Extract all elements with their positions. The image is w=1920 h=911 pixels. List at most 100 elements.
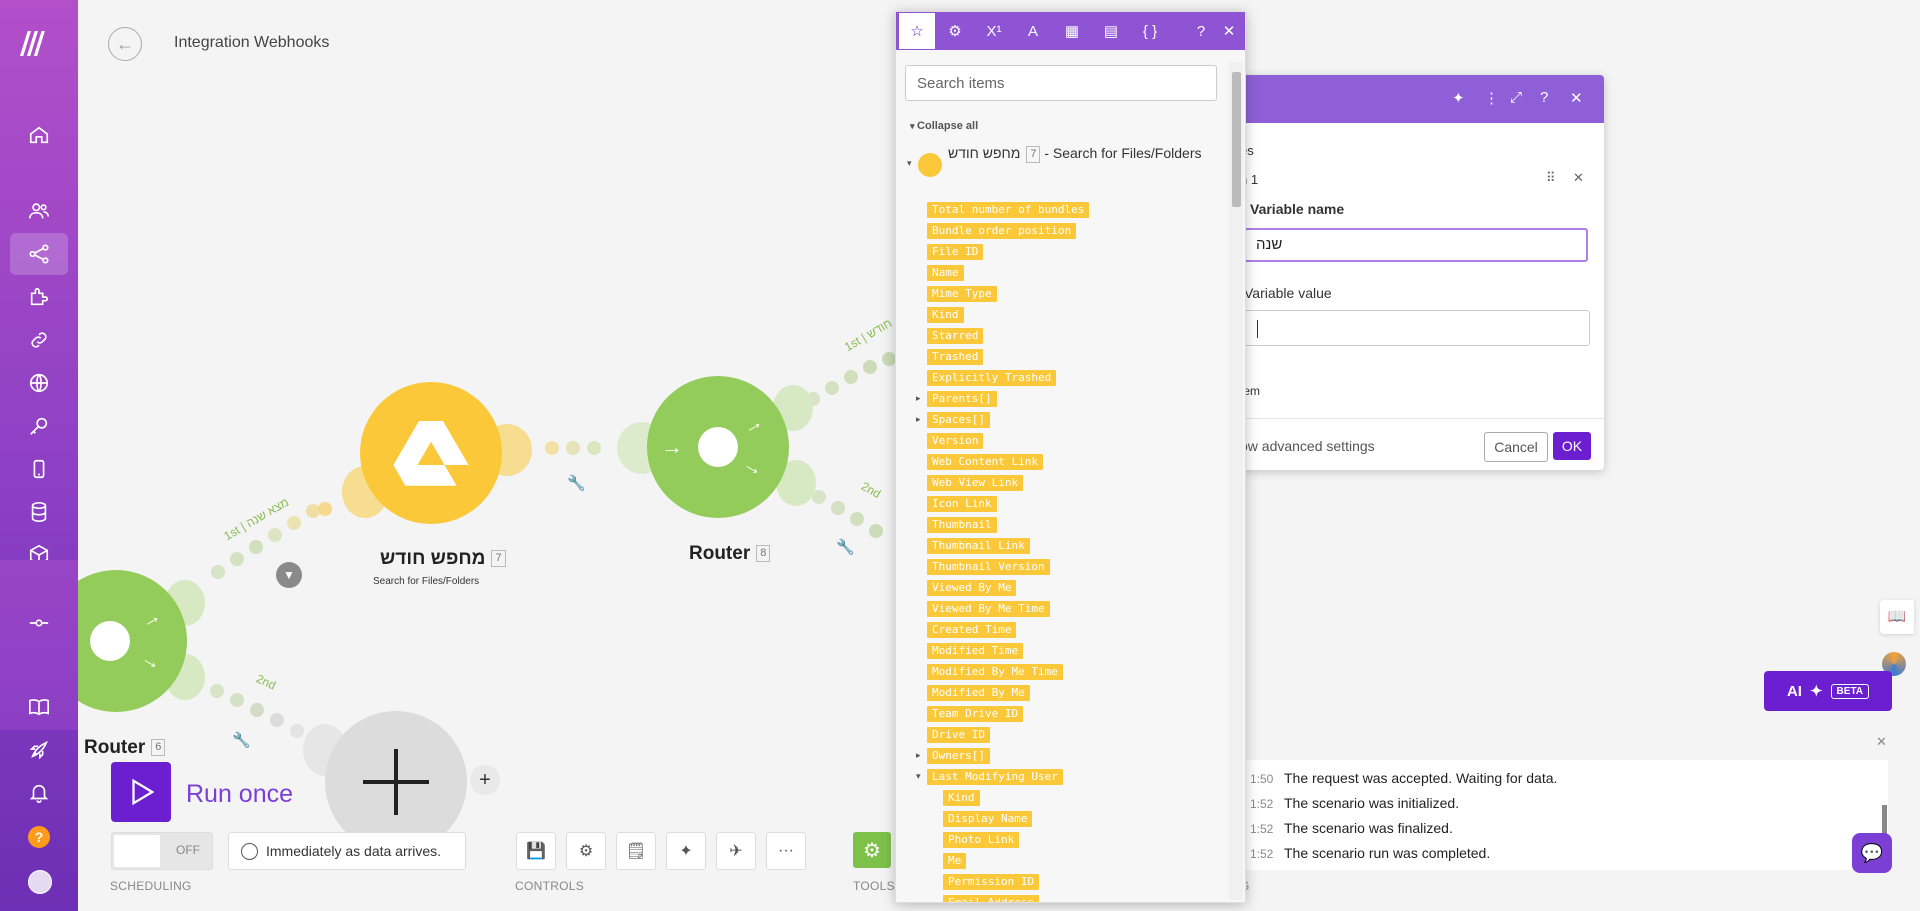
mapping-item[interactable]: Created Time bbox=[927, 622, 1017, 638]
tab-favorites-star-icon[interactable]: ☆ bbox=[898, 12, 936, 50]
scheduling-toggle[interactable]: OFF bbox=[111, 832, 213, 870]
close-icon[interactable]: ✕ bbox=[1210, 12, 1245, 50]
chat-support-icon[interactable]: 💬 bbox=[1852, 833, 1892, 873]
expand-icon[interactable]: ⤢ bbox=[1510, 89, 1522, 106]
mapping-subitem[interactable]: Display Name bbox=[943, 811, 1033, 827]
close-icon[interactable]: ✕ bbox=[1570, 89, 1583, 107]
mapping-item[interactable]: Viewed By Me bbox=[927, 580, 1017, 596]
mapping-item[interactable]: Version bbox=[927, 433, 984, 449]
mapping-subitem[interactable]: Email Address bbox=[943, 895, 1040, 902]
mapping-item[interactable]: Spaces[] bbox=[927, 412, 990, 428]
variable-value-input[interactable] bbox=[1244, 310, 1590, 346]
mapping-item[interactable]: Mime Type bbox=[927, 286, 997, 302]
scenarios-icon[interactable] bbox=[10, 233, 68, 275]
ai-sparkle-icon[interactable]: ✦ bbox=[1452, 89, 1465, 107]
rocket-icon[interactable] bbox=[10, 729, 68, 771]
add-icon[interactable]: + bbox=[470, 765, 500, 795]
bell-icon[interactable] bbox=[10, 772, 68, 814]
variable-name-input[interactable]: שנה bbox=[1244, 228, 1588, 262]
team-icon[interactable] bbox=[10, 190, 68, 232]
save-icon[interactable]: 💾 bbox=[516, 832, 556, 870]
link-icon[interactable] bbox=[10, 319, 68, 361]
mapping-item[interactable]: Web Content Link bbox=[927, 454, 1043, 470]
wrench-icon[interactable]: 🔧 bbox=[836, 538, 855, 556]
tab-math-icon[interactable]: X¹ bbox=[975, 12, 1013, 50]
key-icon[interactable] bbox=[10, 405, 68, 447]
google-drive-module[interactable] bbox=[360, 382, 502, 524]
mapping-item[interactable]: Modified By Me Time bbox=[927, 664, 1063, 680]
help-icon[interactable]: ? bbox=[28, 826, 50, 848]
wrench-icon[interactable]: 🔧 bbox=[567, 474, 586, 492]
mapping-item[interactable]: Starred bbox=[927, 328, 984, 344]
ok-button[interactable]: OK bbox=[1553, 432, 1591, 460]
remove-item-icon[interactable]: ✕ bbox=[1573, 170, 1584, 186]
collapse-all-button[interactable]: ▾ Collapse all bbox=[910, 120, 978, 132]
note-icon[interactable]: 🗒 bbox=[616, 832, 656, 870]
search-items-input[interactable]: Search items bbox=[905, 65, 1217, 101]
mapping-item[interactable]: Explicitly Trashed bbox=[927, 370, 1057, 386]
router-module[interactable]: → → → bbox=[647, 376, 789, 518]
route-label[interactable]: 2nd bbox=[254, 671, 278, 692]
wrench-icon[interactable]: 🔧 bbox=[232, 731, 251, 749]
tab-text-icon[interactable]: A bbox=[1014, 12, 1052, 50]
mapping-item[interactable]: Thumbnail Link bbox=[927, 538, 1030, 554]
scrollbar-thumb[interactable] bbox=[1232, 72, 1241, 207]
caret-right-icon[interactable]: ▸ bbox=[916, 750, 921, 761]
close-log-icon[interactable]: ✕ bbox=[1876, 734, 1887, 750]
mapping-item[interactable]: Drive ID bbox=[927, 727, 990, 743]
home-icon[interactable] bbox=[10, 114, 68, 156]
mapping-item[interactable]: Trashed bbox=[927, 349, 984, 365]
datastore-icon[interactable] bbox=[10, 491, 68, 533]
route-label[interactable]: 1st | חודש bbox=[842, 316, 894, 354]
magic-wand-icon[interactable]: ✦ bbox=[666, 832, 706, 870]
run-once-label[interactable]: Run once bbox=[186, 780, 293, 809]
mapping-item[interactable]: Last Modifying User bbox=[927, 769, 1063, 785]
puzzle-icon[interactable] bbox=[10, 276, 68, 318]
mapping-subitem[interactable]: Photo Link bbox=[943, 832, 1020, 848]
make-logo[interactable]: /// bbox=[20, 26, 45, 61]
caret-down-icon[interactable]: ▾ bbox=[907, 158, 912, 169]
flow-icon[interactable] bbox=[10, 602, 68, 644]
mapping-item[interactable]: Name bbox=[927, 265, 964, 281]
mapping-item[interactable]: Viewed By Me Time bbox=[927, 601, 1050, 617]
drag-handle-icon[interactable]: ⠿ bbox=[1546, 170, 1556, 186]
module-tree-header[interactable]: מחפש חודש 7 - Search for Files/Folders bbox=[948, 145, 1208, 163]
tab-general-gear-icon[interactable]: ⚙ bbox=[936, 12, 974, 50]
ai-assistant-button[interactable]: AI ✦ BETA bbox=[1764, 671, 1892, 711]
caret-right-icon[interactable]: ▸ bbox=[916, 393, 921, 404]
mapping-item[interactable]: Thumbnail Version bbox=[927, 559, 1050, 575]
mapping-item[interactable]: Parents[] bbox=[927, 391, 997, 407]
mapping-item[interactable]: Icon Link bbox=[927, 496, 997, 512]
airplane-icon[interactable]: ✈ bbox=[716, 832, 756, 870]
mapping-item[interactable]: File ID bbox=[927, 244, 984, 260]
mapping-item[interactable]: Bundle order position bbox=[927, 223, 1077, 239]
mapping-item[interactable]: Kind bbox=[927, 307, 964, 323]
book-icon[interactable] bbox=[10, 686, 68, 728]
back-button[interactable]: ← bbox=[108, 27, 142, 61]
book-icon[interactable]: 📖 bbox=[1880, 600, 1914, 634]
avatar[interactable] bbox=[28, 870, 52, 894]
tools-icon[interactable]: ⚙ bbox=[853, 832, 891, 868]
schedule-setting[interactable]: Immediately as data arrives. bbox=[228, 832, 466, 870]
tab-custom-braces-icon[interactable]: { } bbox=[1131, 12, 1169, 50]
globe-icon[interactable] bbox=[10, 362, 68, 404]
advanced-settings-toggle[interactable]: ow advanced settings bbox=[1240, 438, 1375, 454]
tab-array-table-icon[interactable]: ▤ bbox=[1092, 12, 1130, 50]
mapping-item[interactable]: Modified Time bbox=[927, 643, 1024, 659]
kebab-icon[interactable]: ⋮ bbox=[1484, 89, 1499, 107]
cancel-button[interactable]: Cancel bbox=[1484, 432, 1548, 462]
mapping-subitem[interactable]: Permission ID bbox=[943, 874, 1040, 890]
help-icon[interactable]: ? bbox=[1540, 89, 1548, 106]
mapping-item[interactable]: Web View Link bbox=[927, 475, 1024, 491]
mapping-item[interactable]: Owners[] bbox=[927, 748, 990, 764]
run-once-button[interactable] bbox=[111, 762, 171, 822]
mapping-subitem[interactable]: Kind bbox=[943, 790, 980, 806]
mapping-item[interactable]: Modified By Me bbox=[927, 685, 1030, 701]
caret-down-icon[interactable]: ▾ bbox=[916, 771, 921, 782]
mapping-item[interactable]: Thumbnail bbox=[927, 517, 997, 533]
more-icon[interactable]: ··· bbox=[766, 832, 806, 870]
device-icon[interactable] bbox=[10, 448, 68, 490]
caret-right-icon[interactable]: ▸ bbox=[916, 414, 921, 425]
settings-icon[interactable]: ⚙ bbox=[566, 832, 606, 870]
mapping-item[interactable]: Total number of bundles bbox=[927, 202, 1090, 218]
